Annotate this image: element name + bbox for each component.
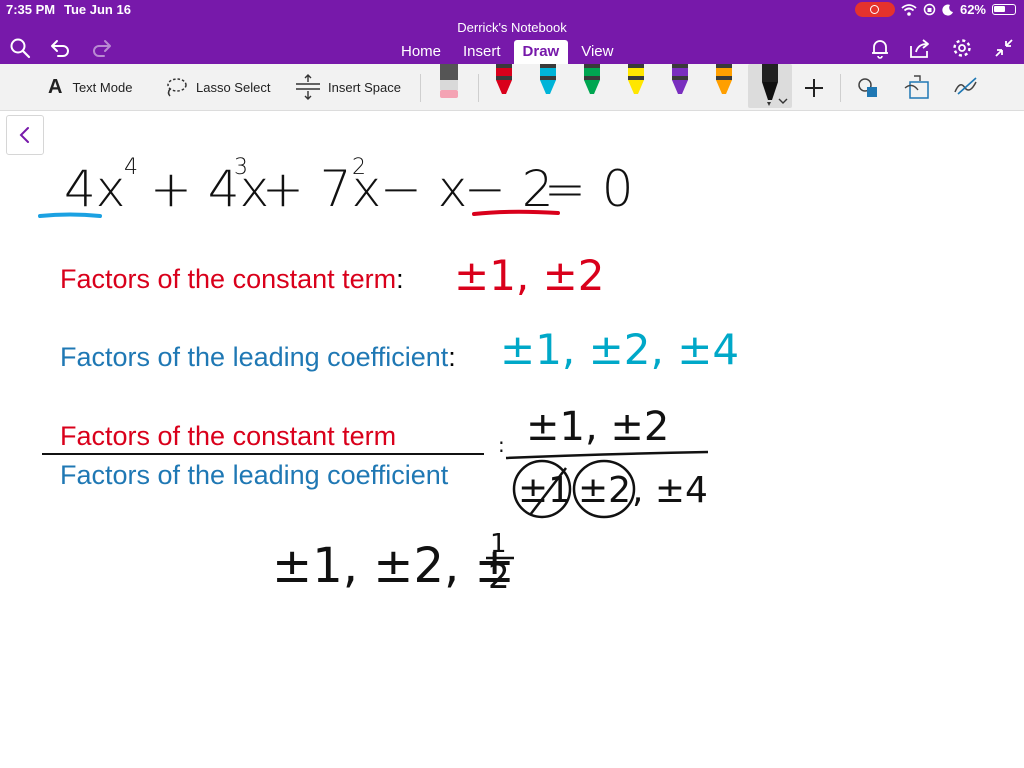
leading-factors-label: Factors of the leading coefficient: (60, 342, 456, 372)
circle-mark-1 (512, 459, 572, 519)
ratio-denominator-3: , ±4 (632, 470, 708, 511)
result-denominator: 2 (488, 557, 510, 597)
pen-color-3[interactable] (628, 64, 644, 94)
text-mode-label: Text Mode (72, 79, 133, 95)
equation-term-2: + 4x (150, 160, 269, 218)
pen-color-1[interactable] (540, 64, 556, 94)
tab-view[interactable]: View (572, 40, 622, 65)
fraction-numerator-label: Factors of the constant term (60, 421, 397, 451)
share-icon[interactable] (908, 36, 932, 60)
equation-exp-3: 2 (352, 155, 366, 180)
notebook-title: Derrick's Notebook (457, 20, 567, 35)
tab-home[interactable]: Home (392, 40, 450, 65)
lasso-select-label: Lasso Select (196, 79, 271, 95)
pen-color-5[interactable] (716, 64, 732, 94)
toolbar-divider (478, 74, 479, 102)
toolbar-divider (840, 74, 841, 102)
equation-term-6: = 0 (544, 160, 634, 218)
circle-mark-2 (572, 459, 636, 519)
tab-draw[interactable]: Draw (513, 40, 569, 65)
toolbar-divider (420, 74, 421, 102)
screen-recording-icon (854, 2, 895, 17)
equation-term-5: − 2 (464, 160, 554, 218)
status-icons: 62% (854, 2, 1016, 17)
app-header: 7:35 PM Tue Jun 16 62% Derrick's Noteboo… (0, 0, 1024, 65)
insert-space-label: Insert Space (328, 79, 401, 95)
ink-to-text-icon[interactable] (952, 74, 980, 100)
ink-to-shape-icon[interactable] (902, 74, 932, 102)
eraser-icon[interactable] (434, 64, 464, 106)
draw-toolbar: A Text Mode Lasso Select Insert Space (0, 64, 1024, 111)
ribbon-tabs: Home Insert Draw View (392, 40, 626, 65)
status-time: 7:35 PM (6, 2, 56, 17)
pen-palette (496, 64, 732, 94)
lasso-icon (167, 78, 187, 97)
ink-layer: 4x 4 + 4x 3 + 7x 2 − x − 2 = 0 ±1, ±2 ±1… (38, 155, 739, 597)
chevron-left-icon (19, 127, 29, 143)
equation-exp-1: 4 (124, 155, 138, 180)
insert-space-icon (296, 74, 320, 100)
leading-coefficient-underline (38, 212, 102, 218)
constant-factors-label: Factors of the constant term: (60, 264, 404, 294)
fraction-bar (42, 453, 484, 455)
leading-factors-ink: ±1, ±2, ±4 (500, 325, 739, 374)
undo-icon[interactable] (48, 36, 72, 60)
bell-icon[interactable] (868, 36, 892, 60)
gear-icon[interactable] (950, 36, 974, 60)
pen-color-2[interactable] (584, 64, 600, 94)
ratio-denominator-2: ±2 (578, 470, 631, 511)
battery-percent: 62% (959, 2, 986, 17)
ratio-colon: : (498, 433, 505, 457)
wifi-icon (901, 3, 917, 16)
shapes-icon[interactable] (856, 76, 882, 100)
battery-icon (992, 4, 1016, 15)
chevron-down-icon[interactable] (778, 97, 788, 105)
strike-mark (529, 467, 567, 516)
ratio-numerator-ink: ±1, ±2 (526, 404, 669, 450)
moon-icon (942, 4, 953, 16)
insert-space-button[interactable]: Insert Space (294, 74, 401, 100)
equation-term-1: 4x (64, 160, 125, 218)
equation-exp-2: 3 (234, 155, 248, 180)
equation-ink: 4x 4 + 4x 3 + 7x 2 − x − 2 = 0 (64, 155, 634, 218)
search-icon[interactable] (8, 36, 32, 60)
orientation-lock-icon (923, 3, 936, 16)
text-mode-button[interactable]: A Text Mode (48, 74, 132, 100)
add-pen-icon[interactable] (802, 76, 826, 100)
constant-term-underline (472, 209, 560, 216)
pen-color-4[interactable] (672, 64, 688, 94)
status-bar: 7:35 PM Tue Jun 16 62% (0, 0, 1024, 20)
ratio-fraction-bar (505, 450, 709, 460)
status-date: Tue Jun 16 (64, 2, 131, 17)
lasso-select-button[interactable]: Lasso Select (164, 74, 270, 100)
redo-icon[interactable] (90, 36, 114, 60)
equation-term-4: − x (380, 160, 467, 218)
constant-factors-ink: ±1, ±2 (454, 251, 605, 300)
ratio-denominator-1: ±1 (518, 470, 571, 511)
back-button[interactable] (6, 115, 44, 155)
collapse-icon[interactable] (992, 36, 1016, 60)
text-mode-icon: A (48, 75, 63, 98)
fraction-denominator-label: Factors of the leading coefficient (60, 460, 449, 490)
pen-color-0[interactable] (496, 64, 512, 94)
result-ink: ±1, ±2, ± (272, 538, 515, 594)
equation-term-3: + 7x (262, 160, 381, 218)
result-numerator: 1 (490, 529, 507, 559)
tab-insert[interactable]: Insert (454, 40, 510, 65)
